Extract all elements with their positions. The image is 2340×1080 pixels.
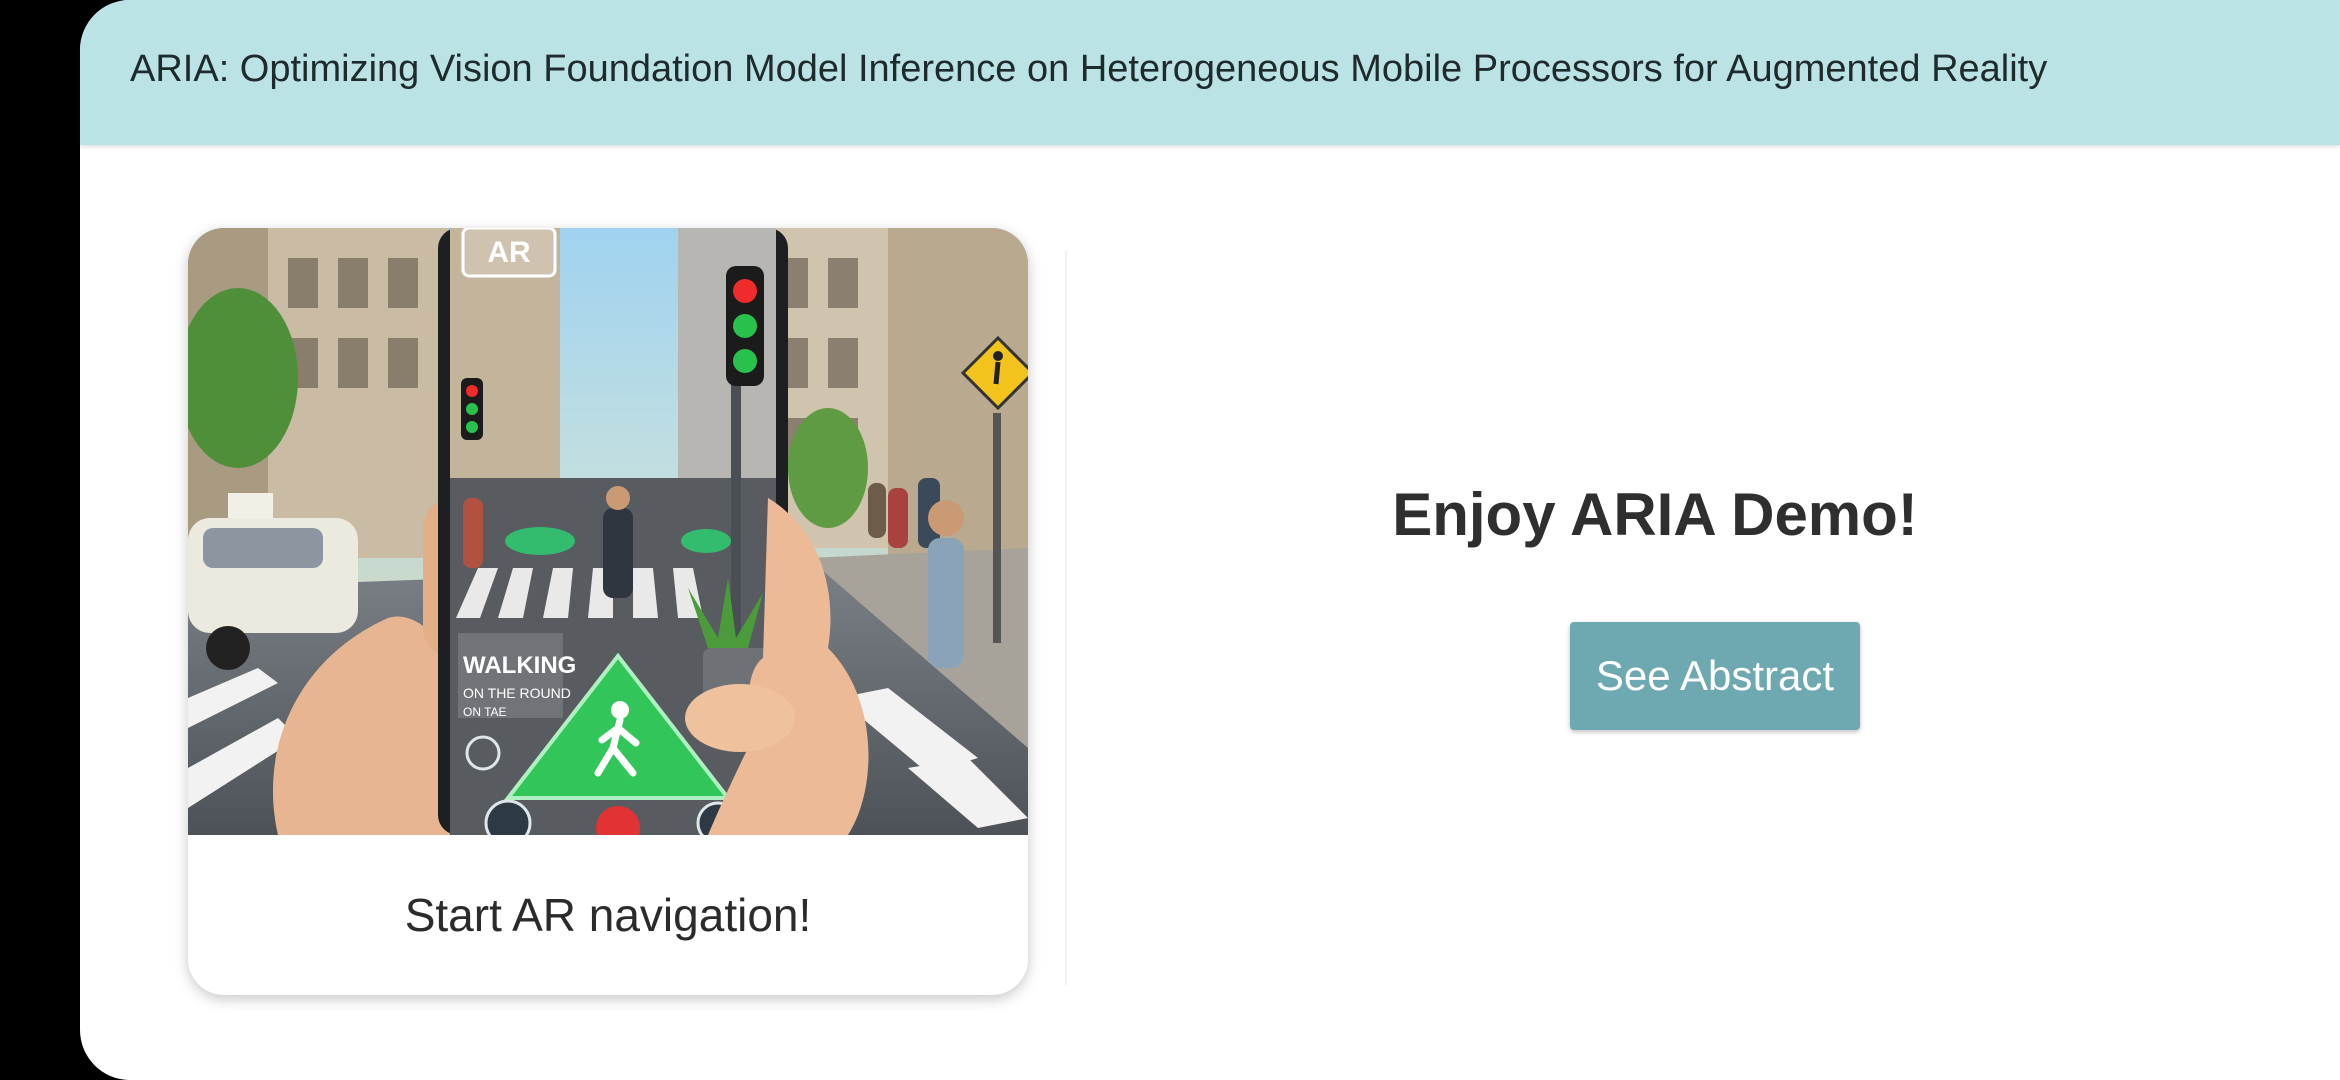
ar-navigation-card[interactable]: AR WALKING ON THE ROUND ON TAE Start AR … [188,228,1028,995]
overlay-text-2: ON THE ROUND [463,685,571,701]
demo-heading: Enjoy ARIA Demo! [1392,481,1918,548]
start-ar-navigation-label: Start AR navigation! [404,889,812,941]
see-abstract-button[interactable]: See Abstract [1570,622,1860,730]
ar-navigation-image: AR WALKING ON THE ROUND ON TAE [188,228,1028,835]
overlay-text-3: ON TAE [463,705,507,719]
ar-badge: AR [487,236,531,269]
app-screen: ARIA: Optimizing Vision Foundation Model… [80,0,2340,1080]
app-title: ARIA: Optimizing Vision Foundation Model… [130,48,2048,90]
app-bar: ARIA: Optimizing Vision Foundation Model… [80,0,2340,145]
overlay-text-1: WALKING [463,652,576,679]
section-divider [1065,250,1067,985]
